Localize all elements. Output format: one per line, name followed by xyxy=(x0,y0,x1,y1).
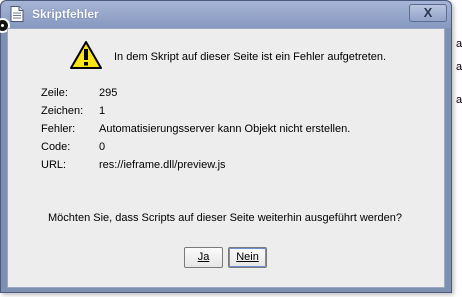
script-error-dialog: Skriptfehler X In dem Skript auf dieser … xyxy=(0,0,452,293)
continue-question: Möchten Sie, dass Scripts auf dieser Sei… xyxy=(48,212,403,224)
char-value: 1 xyxy=(99,105,106,117)
window-title: Skriptfehler xyxy=(32,7,99,21)
warning-icon xyxy=(70,41,102,69)
char-label: Zeichen: xyxy=(41,105,84,117)
error-message: In dem Skript auf dieser Seite ist ein F… xyxy=(114,51,387,63)
no-button-label: Nein xyxy=(236,251,259,263)
title-bar[interactable]: Skriptfehler X xyxy=(1,1,451,28)
line-label: Zeile: xyxy=(41,87,68,99)
error-value: Automatisierungsserver kann Objekt nicht… xyxy=(99,123,351,135)
yes-button-label: Ja xyxy=(197,251,210,263)
error-label: Fehler: xyxy=(41,123,76,135)
no-button[interactable]: Nein xyxy=(228,247,267,268)
url-value: res://ieframe.dll/preview.js xyxy=(99,159,226,171)
background-text-fragment: a xyxy=(456,94,462,106)
code-value: 0 xyxy=(99,141,106,153)
close-icon: X xyxy=(423,5,433,20)
document-icon xyxy=(10,6,24,22)
close-button[interactable]: X xyxy=(409,4,447,22)
background-text-fragment: a xyxy=(456,38,462,50)
code-label: Code: xyxy=(41,141,71,153)
yes-button[interactable]: Ja xyxy=(184,247,223,268)
url-label: URL: xyxy=(41,159,67,171)
background-text-fragment: a xyxy=(456,61,462,73)
screen: a a a Skriptfehler X In dem Skript auf d… xyxy=(0,0,462,297)
dialog-content: In dem Skript auf dieser Seite ist ein F… xyxy=(7,28,445,288)
line-value: 295 xyxy=(99,87,118,99)
